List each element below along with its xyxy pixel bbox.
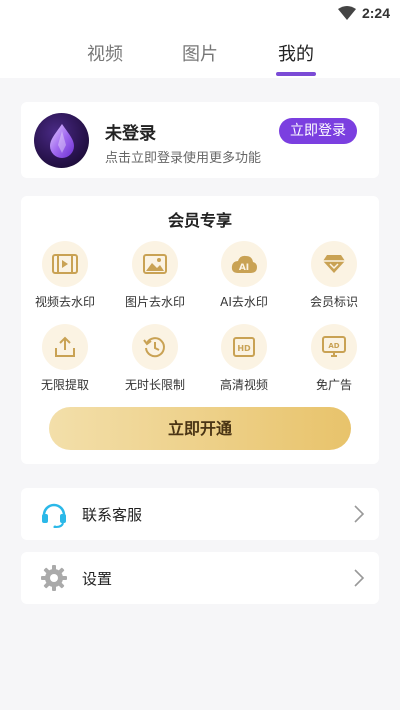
feature-label: 会员标识 <box>309 295 358 309</box>
status-indicators: 2:24 <box>337 3 390 23</box>
headset-icon <box>42 503 66 528</box>
feature-no-duration-limit[interactable]: 无时长限制 <box>113 324 197 393</box>
feature-image-watermark[interactable]: 图片去水印 <box>113 241 197 310</box>
status-time: 2:24 <box>361 5 390 21</box>
login-subtitle: 点击立即登录使用更多功能 <box>105 151 262 166</box>
feature-label: AI去水印 <box>220 295 268 309</box>
tab-video[interactable]: 视频 <box>75 40 135 66</box>
feature-video-watermark[interactable]: 视频去水印 <box>23 241 107 310</box>
settings-label: 设置 <box>82 570 113 588</box>
feature-label: 免广告 <box>315 378 352 392</box>
tab-bar: 视频 图片 我的 <box>0 26 400 78</box>
chevron-right-icon <box>354 569 365 587</box>
login-title: 未登录 <box>105 124 156 144</box>
ad-free-icon: AD <box>322 336 346 357</box>
feature-label: 图片去水印 <box>124 295 185 309</box>
feature-ai-watermark[interactable]: AI AI去水印 <box>202 241 286 310</box>
svg-text:AI: AI <box>239 263 249 273</box>
svg-text:HD: HD <box>237 344 251 353</box>
contact-support-row[interactable]: 联系客服 <box>21 488 379 540</box>
tab-active-indicator <box>276 72 316 76</box>
feature-unlimited-extract[interactable]: 无限提取 <box>23 324 107 393</box>
video-watermark-icon <box>52 254 78 274</box>
vip-title: 会员专享 <box>167 211 232 230</box>
vip-card: 会员专享 视频去水印 图片去水印 AI AI去水印 会员标识 无限提取 无时长限… <box>21 196 379 464</box>
avatar[interactable] <box>34 113 89 168</box>
feature-label: 视频去水印 <box>34 295 95 309</box>
tab-image[interactable]: 图片 <box>170 40 230 66</box>
svg-text:AD: AD <box>328 342 339 350</box>
feature-ad-free[interactable]: AD 免广告 <box>292 324 376 393</box>
feature-label: 高清视频 <box>219 378 268 392</box>
contact-support-label: 联系客服 <box>82 506 143 524</box>
activate-vip-button[interactable]: 立即开通 <box>49 407 351 450</box>
wifi-icon <box>337 6 356 20</box>
tab-mine[interactable]: 我的 <box>266 40 326 66</box>
image-watermark-icon <box>143 254 167 274</box>
app-logo-icon <box>49 123 74 158</box>
ai-icon: AI <box>231 255 257 273</box>
chevron-right-icon <box>354 505 365 523</box>
diamond-icon <box>323 255 345 273</box>
download-tray-icon <box>55 336 75 357</box>
settings-row[interactable]: 设置 <box>21 552 379 604</box>
status-bar: 2:24 <box>0 0 400 26</box>
history-clock-icon <box>143 337 165 358</box>
feature-label: 无限提取 <box>40 378 89 392</box>
feature-hd-video[interactable]: HD 高清视频 <box>202 324 286 393</box>
login-button[interactable]: 立即登录 <box>279 118 357 144</box>
gear-icon <box>41 565 67 591</box>
feature-label: 无时长限制 <box>124 378 185 392</box>
feature-vip-badge[interactable]: 会员标识 <box>292 241 376 310</box>
hd-icon: HD <box>233 337 255 357</box>
login-card[interactable]: 未登录 点击立即登录使用更多功能 立即登录 <box>21 102 379 178</box>
